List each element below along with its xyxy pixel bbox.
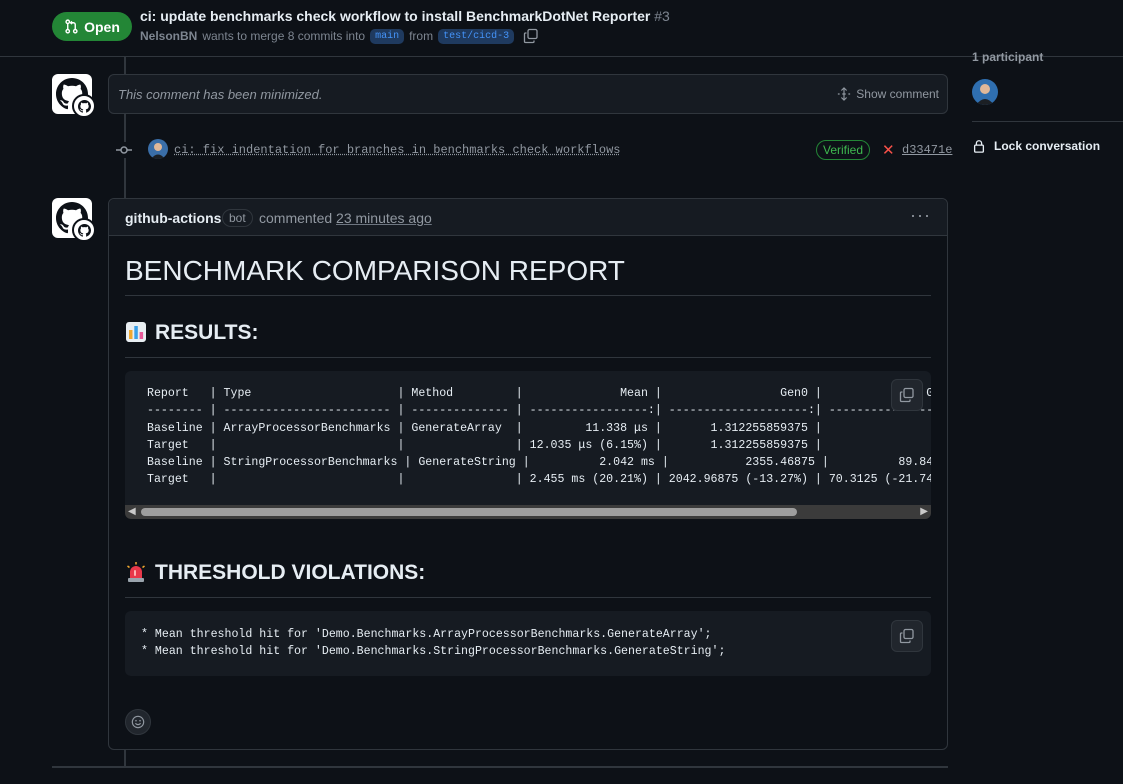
copy-results-button[interactable] [891,379,923,411]
show-comment-button[interactable]: Show comment [837,87,939,101]
avatar[interactable] [52,198,96,242]
participant-avatar[interactable] [972,79,998,105]
add-reaction-button[interactable] [125,709,151,735]
git-pull-request-icon [65,19,78,34]
pr-merge-info: NelsonBN wants to merge 8 commits into m… [140,28,539,44]
bot-badge: bot [222,209,253,227]
lock-conversation-label: Lock conversation [994,139,1101,153]
results-table-text: Report | Type | Method | Mean | Gen0 | G… [147,387,931,487]
pr-author-link[interactable]: NelsonBN [140,29,197,43]
results-code-block[interactable]: Report | Type | Method | Mean | Gen0 | G… [125,371,931,519]
from-text: from [409,29,434,43]
participants-label: 1 participant [972,50,1044,64]
sidebar-divider [972,121,1123,122]
siren-icon [127,562,145,582]
scrollbar-thumb[interactable] [141,508,797,516]
check-failed-icon[interactable]: ✕ [882,141,895,159]
violations-code-block[interactable]: * Mean threshold hit for 'Demo.Benchmark… [125,611,931,676]
commit-sha-link[interactable]: d33471e [902,143,952,157]
smiley-icon [131,715,145,729]
pr-title-text: ci: update benchmarks check workflow to … [140,8,651,24]
github-mark-icon [77,223,91,237]
violations-text: * Mean threshold hit for 'Demo.Benchmark… [141,628,726,659]
copy-icon [899,387,914,403]
copy-violations-button[interactable] [891,620,923,652]
lock-icon [973,140,985,153]
results-heading: RESULTS: [125,321,931,358]
comment-timestamp: commented 23 minutes ago [259,210,432,226]
commit-row: ci: fix indentation for branches in benc… [116,136,952,164]
unfold-icon [838,87,851,101]
violations-heading: THRESHOLD VIOLATIONS: [125,561,931,598]
copy-icon[interactable] [523,28,539,44]
git-commit-icon [116,142,132,158]
commit-message-link[interactable]: ci: fix indentation for branches in benc… [174,143,620,157]
scroll-left-arrow[interactable]: ◀ [128,506,136,517]
head-branch[interactable]: test/cicd-3 [438,28,515,44]
comment-time-link[interactable]: 23 minutes ago [336,210,432,226]
open-state-badge: Open [52,12,132,41]
github-mark-icon [77,99,91,113]
minimized-comment: This comment has been minimized. Show co… [108,74,948,114]
pr-title: ci: update benchmarks check workflow to … [140,8,670,24]
pr-number: #3 [654,8,670,24]
scroll-right-arrow[interactable]: ▶ [920,506,928,517]
report-heading: BENCHMARK COMPARISON REPORT [125,255,931,296]
state-label: Open [84,18,120,35]
bar-chart-icon [126,322,146,342]
show-comment-label: Show comment [856,87,939,101]
verified-badge[interactable]: Verified [816,140,871,160]
app-badge [72,218,96,242]
results-heading-text: RESULTS: [155,321,259,344]
base-branch[interactable]: main [370,28,405,44]
lock-conversation-button[interactable]: Lock conversation [972,139,1100,153]
kebab-menu-icon[interactable]: ··· [910,205,931,226]
comment-action: commented [259,210,333,226]
horizontal-scrollbar[interactable]: ◀ ▶ [125,505,931,519]
comment-header: github-actions bot commented 23 minutes … [109,199,947,236]
app-badge [72,94,96,118]
minimized-message: This comment has been minimized. [118,87,323,102]
merge-text: wants to merge 8 commits into [202,29,366,43]
violations-heading-text: THRESHOLD VIOLATIONS: [155,561,426,584]
avatar[interactable] [52,74,96,118]
comment-box: github-actions bot commented 23 minutes … [108,198,948,750]
pr-sticky-header: Open ci: update benchmarks check workflo… [0,0,1123,57]
copy-icon [899,628,914,644]
timeline-end-divider [52,766,948,768]
comment-author-link[interactable]: github-actions [125,210,221,226]
commit-author-avatar[interactable] [148,139,168,159]
